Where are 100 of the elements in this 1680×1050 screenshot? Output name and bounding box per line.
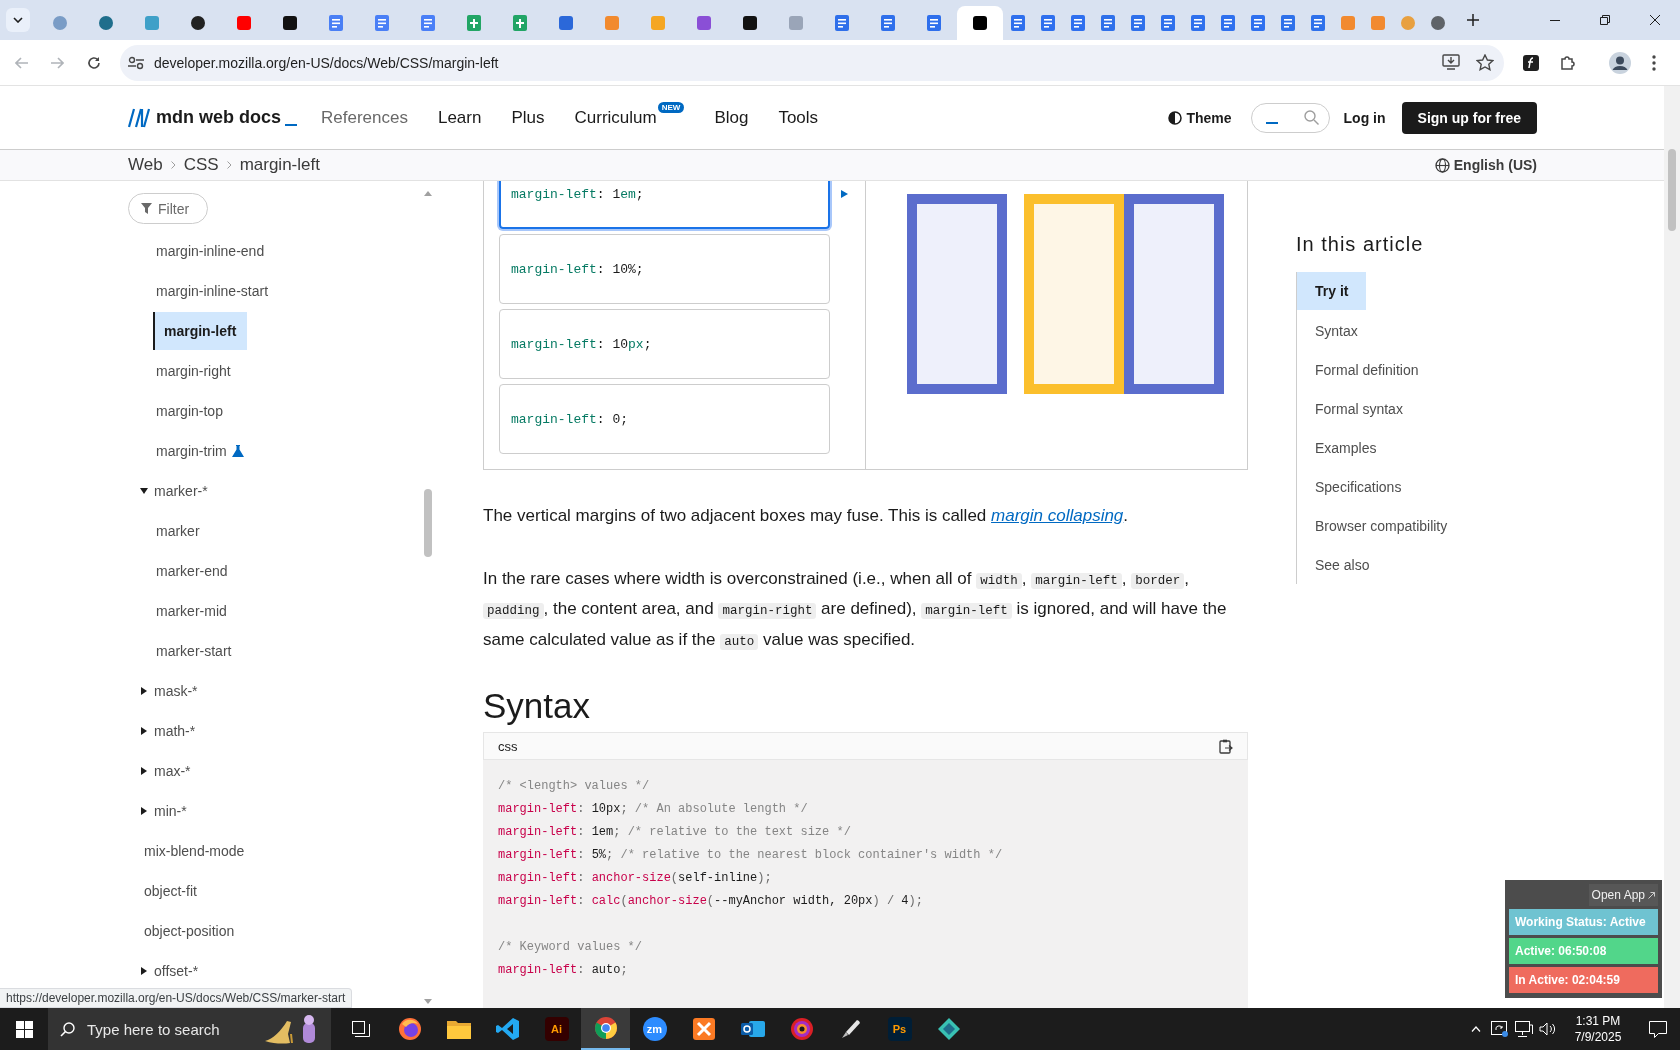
sidebar-link[interactable]: object-position [128,911,235,951]
nav-link[interactable]: Learn [437,107,482,128]
breadcrumb-link[interactable]: CSS [183,155,219,175]
sync-icon [1491,1021,1509,1037]
site-settings-icon[interactable] [128,55,144,70]
toc-link[interactable]: Specifications [1297,467,1420,506]
code-choice[interactable]: margin-left: 10px; [499,309,830,379]
nav-link[interactable]: Curriculum [574,107,657,128]
sidebar-link[interactable]: mix-blend-mode [128,831,245,871]
volume-icon [1539,1022,1557,1036]
lettered-app-icon: zm [642,1017,667,1041]
code-line: /* Keyword values */ [498,939,644,956]
code-choice[interactable]: margin-left: 1em; [499,181,830,229]
scroll-up-icon[interactable] [424,191,432,196]
sidebar-group[interactable]: min-* [128,791,187,831]
search-input[interactable]: Type here to search [85,1019,253,1039]
scrollbar-thumb[interactable] [424,489,432,557]
diamond-icon [936,1017,961,1041]
status-row: Working Status: Active [1509,909,1658,935]
search-icon [1303,110,1319,125]
toc-link[interactable]: Examples [1297,428,1395,467]
code-choice[interactable]: margin-left: 0; [499,384,830,454]
tab-search-button[interactable] [6,8,30,32]
clock[interactable]: 1:31 PM 7/9/2025 [1560,1008,1636,1050]
toc-link[interactable]: Syntax [1297,311,1376,350]
sidebar-link[interactable]: margin-right [153,351,242,391]
login-link[interactable]: Log in [1343,109,1386,126]
puzzle-icon [1559,53,1577,72]
open-app-button[interactable]: Open App [1588,884,1658,906]
link-preview: https://developer.mozilla.org/en-US/docs/Web/CSS/marker-start [0,988,353,1008]
sidebar-group[interactable]: mask-* [128,671,198,711]
back-arrow-icon [15,56,29,69]
scroll-down-icon[interactable] [424,999,432,1004]
section-heading: Syntax [483,685,591,727]
site-logo[interactable]: mdn web docs [128,107,297,128]
taskbar-app[interactable]: Ps [875,1008,924,1050]
url-field[interactable]: developer.mozilla.org/en-US/docs/Web/CSS/margin-left [154,54,499,71]
nav-link[interactable]: Plus [511,107,545,128]
triangle-icon [140,767,148,775]
copy-button[interactable] [1219,738,1233,754]
restore-icon [1600,15,1610,25]
toc-link[interactable]: Formal syntax [1297,389,1421,428]
sidebar-group[interactable]: math-* [128,711,196,751]
toc-title: In this article [1296,232,1425,256]
code-line: /* <length> values */ [498,778,651,795]
nav-link[interactable]: Blog [714,107,749,128]
toc-link[interactable]: Formal definition [1297,350,1437,389]
sidebar-link[interactable]: margin-top [153,391,234,431]
theme-button[interactable]: Theme [1168,109,1232,126]
code-line: margin-left: auto; [498,962,629,979]
code-line: margin-left: calc(anchor-size(--myAnchor width, 20px) / 4); [498,893,924,910]
language-button[interactable]: English (US) [1434,157,1537,173]
sidebar-link[interactable]: margin-trim [153,431,255,471]
taskbar-app[interactable]: Ai [532,1008,581,1050]
sidebar-link[interactable]: margin-inline-end [153,231,276,271]
scrollbar-thumb[interactable] [1668,149,1676,231]
nav-link[interactable]: References [321,107,408,128]
nav-link[interactable]: Tools [778,107,819,128]
breadcrumb-link[interactable]: Web [128,155,163,175]
chevron-right-icon [226,161,232,169]
plus-icon [1467,14,1479,26]
toc-link[interactable]: Try it [1297,272,1367,310]
sidebar-link[interactable]: marker-start [153,631,243,671]
contrast-icon [1168,110,1183,125]
paragraph: In the rare cases where width is overconstrained (i.e., when all of width , margin-left , border , padding , the content area, and margin-right are defined), margin-left is ignored, and will have the same calculated value as if the auto value was specified. [483,567,1228,652]
chevron-down-icon [13,17,23,23]
sidebar-link[interactable]: marker-end [153,551,239,591]
play-icon[interactable] [841,190,848,198]
sidebar-link[interactable]: marker-mid [153,591,238,631]
sidebar-group[interactable]: marker-* [128,471,208,511]
extension-app-icon [1522,53,1540,72]
browser-tab[interactable] [957,6,1003,40]
sidebar-link[interactable]: marker [153,511,211,551]
signup-button[interactable]: Sign up for free [1401,101,1537,134]
toc-link[interactable]: See also [1297,545,1388,584]
code-choice[interactable]: margin-left: 10%; [499,234,830,304]
taskbar-search-field[interactable]: Type here to search [48,1008,331,1050]
sidebar-group[interactable]: max-* [128,751,191,791]
sidebar-link[interactable]: margin-inline-start [153,271,280,311]
install-icon[interactable] [1442,54,1460,70]
logo-mark-icon [128,107,150,128]
text-link[interactable]: margin collapsing [991,506,1124,525]
breadcrumb-link[interactable]: margin-left [239,155,320,175]
close-icon [1650,15,1660,25]
square-logo-icon [692,1018,715,1040]
taskbar-app[interactable] [581,1008,630,1050]
triangle-icon [140,727,148,735]
minimize-icon [1550,19,1560,21]
sidebar-link[interactable]: object-fit [128,871,197,911]
code-line: margin-left: anchor-size(self-inline); [498,870,773,887]
code-line: margin-left: 1em; /* relative to the text size */ [498,824,852,841]
toc-link[interactable]: Browser compatibility [1297,506,1466,545]
sidebar-group[interactable]: offset-* [128,951,199,991]
lettered-app-icon: Ai [544,1017,569,1041]
paragraph: The vertical margins of two adjacent boxes may fuse. This is called margin collapsing. [483,505,1130,527]
star-icon[interactable] [1476,54,1494,71]
avatar [1609,51,1631,74]
clipboard-icon [1219,738,1233,754]
task-view-icon [351,1021,370,1037]
sidebar-link[interactable]: margin-left [153,312,248,350]
